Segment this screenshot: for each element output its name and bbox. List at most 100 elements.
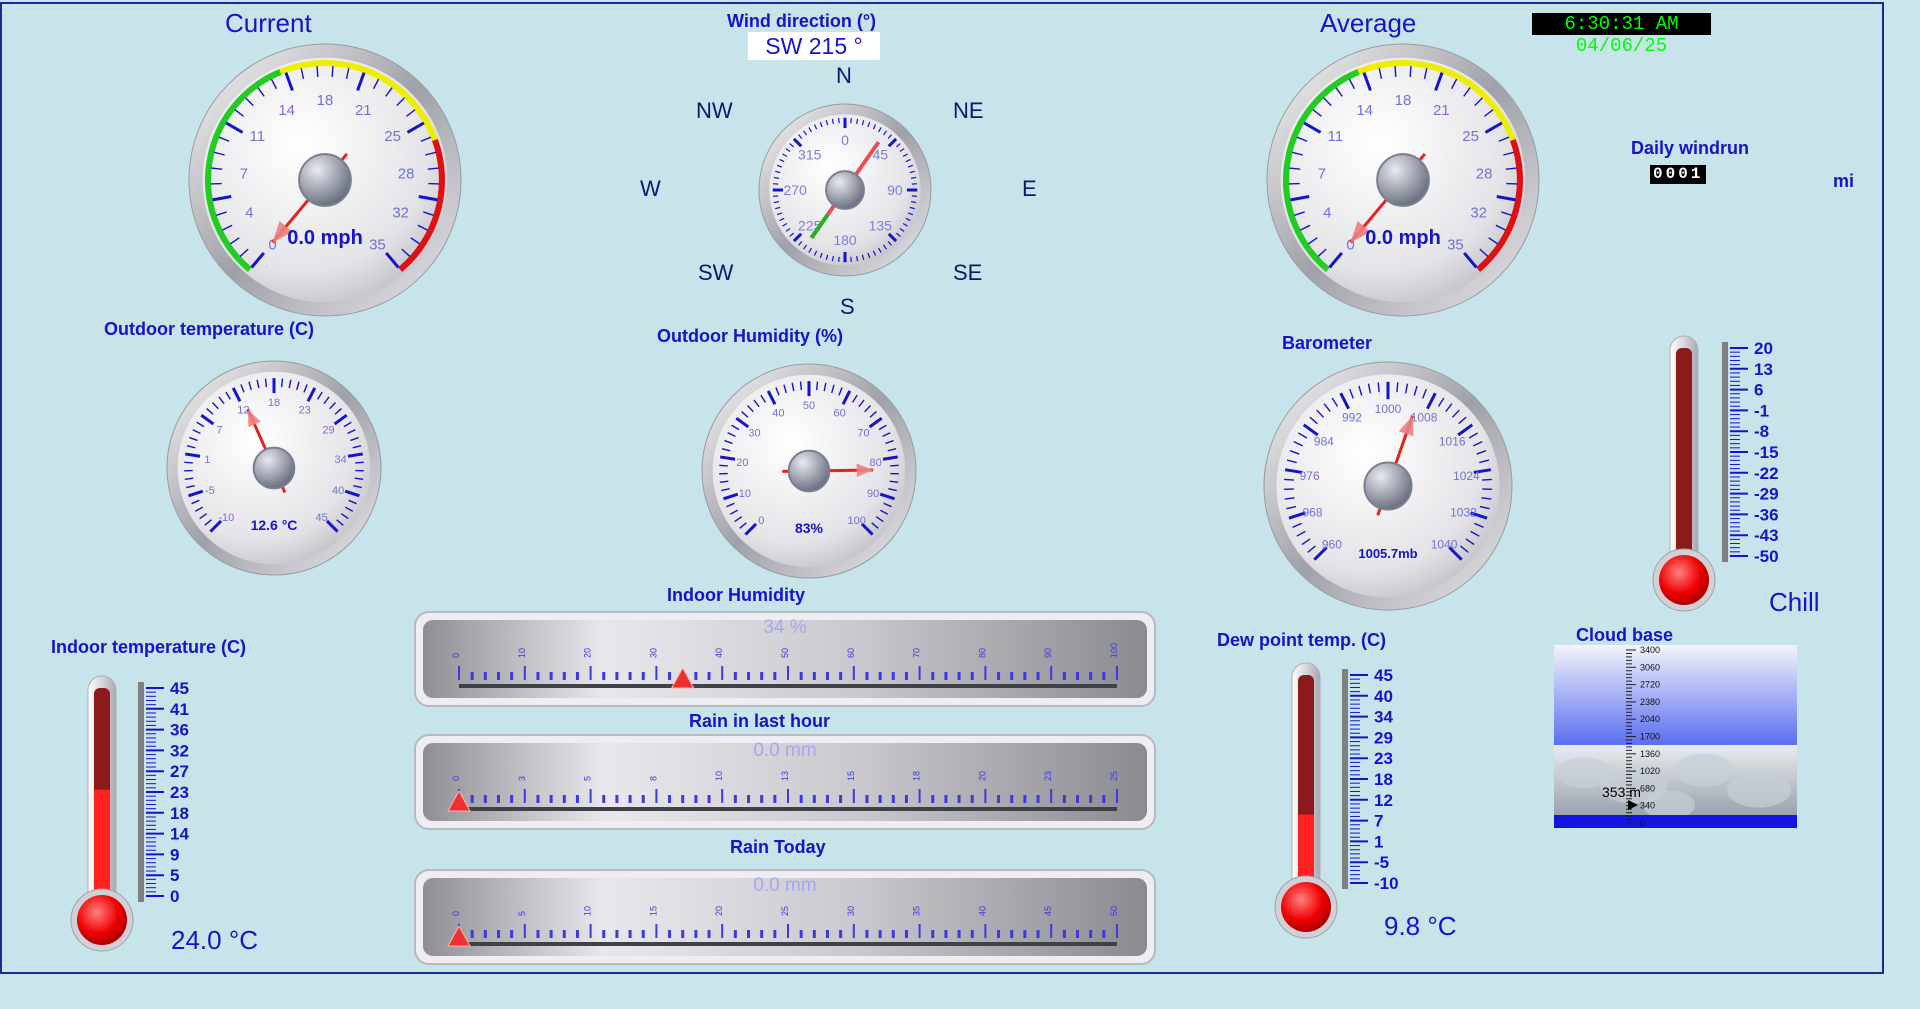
bar-tick-label: 5 xyxy=(517,911,527,916)
wind-chill-thermometer: 20 13 6-1 -8 -15 -22 -29-36 -43 -50 xyxy=(1652,335,1779,612)
gauge-tick-label: 90 xyxy=(867,488,879,500)
bar-tick-label: 90 xyxy=(1043,648,1053,658)
thermometer-tick-label: 27 xyxy=(170,762,189,781)
gauge-tick-label: 11 xyxy=(250,128,266,145)
compass-label-se: SE xyxy=(953,260,983,285)
current-wind-gauge: 04711141821252832350.0 mph xyxy=(188,43,462,317)
gauge-tick-label: 28 xyxy=(1476,165,1493,182)
bar-tick-label: 15 xyxy=(846,771,856,781)
bar-tick-label: 0 xyxy=(451,911,461,916)
compass-label-n: N xyxy=(836,63,852,88)
compass-label-sw: SW xyxy=(698,260,734,285)
gauge-readout: 83% xyxy=(795,520,824,536)
bar-tick-label: 50 xyxy=(1109,906,1119,916)
thermometer-tick-label: -10 xyxy=(1374,874,1399,893)
gauge-tick-label: 23 xyxy=(298,404,310,416)
gauge-tick-label: 1040 xyxy=(1431,537,1458,551)
bar-readout: 0.0 mm xyxy=(753,740,816,761)
gauge-tick-label: -10 xyxy=(218,512,234,524)
thermometer-tick-label: -43 xyxy=(1754,526,1779,545)
bar-tick-label: 20 xyxy=(583,648,593,658)
thermometer-tick-label: -36 xyxy=(1754,505,1779,524)
cloud-base-tick-label: 680 xyxy=(1640,783,1655,793)
gauge-tick-label: 32 xyxy=(1470,204,1487,221)
cloud-base-tick-label: 2720 xyxy=(1640,680,1660,690)
thermometer-scale-bar xyxy=(1342,669,1348,889)
cloud-base-tick-label: 0 xyxy=(1640,818,1645,828)
thermometer-tick-label: 45 xyxy=(170,679,189,698)
gauge-tick-label: 32 xyxy=(392,204,409,221)
thermometer-tick-label: -29 xyxy=(1754,485,1779,504)
thermometer-tick-label: -50 xyxy=(1754,547,1779,566)
thermometer-tick-label: 13 xyxy=(1754,360,1773,379)
bar-tick-label: 30 xyxy=(648,648,658,658)
wind-chill-label: Chill xyxy=(1769,587,1820,617)
compass-tick-label: 315 xyxy=(798,147,822,163)
wind-direction-compass: 04590135180225270315 xyxy=(758,103,932,277)
thermometer-tick-label: 9 xyxy=(170,845,179,864)
compass-hub xyxy=(825,170,865,210)
compass-tick-label: 90 xyxy=(887,182,903,198)
cloud-base-tick-label: 1700 xyxy=(1640,732,1660,742)
outdoor-humidity-gauge: 0 10 20 30 40 50 60 70 80 90 100 83% xyxy=(701,363,917,579)
bar-tick-label: 23 xyxy=(1043,771,1053,781)
thermometer-tick-label: 12 xyxy=(1374,791,1393,810)
gauge-tick xyxy=(184,461,193,464)
cloud-base-tick-label: 1360 xyxy=(1640,749,1660,759)
bar-tick-label: 25 xyxy=(780,906,790,916)
rain-last-hour-bar: 0.0 mm 0 3 5 8 10 13 15 18 20 23 25 xyxy=(414,734,1156,830)
gauge-tick-label: 21 xyxy=(1433,102,1450,119)
gauge-tick-label: 25 xyxy=(384,128,401,145)
wind-direction-readout: SW 215 ° xyxy=(748,32,880,60)
compass-label-s: S xyxy=(840,294,855,319)
gauge-hub xyxy=(1376,153,1430,207)
bar-readout: 34 % xyxy=(763,617,806,638)
daily-windrun-counter: 0001 xyxy=(1650,165,1707,184)
indoor-temperature-readout: 24.0 °C xyxy=(171,925,259,955)
cloud-base-tick-label: 3400 xyxy=(1640,645,1660,655)
bar-tick-label: 0 xyxy=(451,653,461,658)
gauge-tick-label: 976 xyxy=(1300,469,1320,483)
gauge-tick xyxy=(331,65,334,77)
compass-label-nw: NW xyxy=(696,98,733,123)
gauge-tick xyxy=(316,65,319,77)
gauge-readout: 0.0 mph xyxy=(1365,227,1441,249)
gauge-tick-label: 50 xyxy=(803,400,815,412)
bar-tick-label: 50 xyxy=(780,648,790,658)
gauge-tick-label: 0 xyxy=(758,515,764,527)
average-wind-title: Average xyxy=(1320,8,1417,38)
gauge-tick-label: 20 xyxy=(736,457,748,469)
bar-readout: 0.0 mm xyxy=(753,875,816,896)
gauge-tick-label: 18 xyxy=(268,397,280,409)
compass-label-w: W xyxy=(640,176,661,201)
wind-direction-title: Wind direction (°) xyxy=(727,11,877,31)
thermometer-tick-label: 40 xyxy=(1374,687,1393,706)
bar-tick-label: 13 xyxy=(780,771,790,781)
gauge-tick xyxy=(1394,65,1397,77)
bar-tick-label: 18 xyxy=(912,771,922,781)
gauge-tick-label: 80 xyxy=(869,457,881,469)
bar-tick-label: 60 xyxy=(846,648,856,658)
cloud-base-sky xyxy=(1554,645,1797,745)
gauge-tick-label: 100 xyxy=(847,515,865,527)
thermometer-tick-label: 18 xyxy=(1374,770,1393,789)
gauge-hub xyxy=(1363,461,1413,511)
gauge-tick-label: 11 xyxy=(1328,128,1344,145)
dew-point-title: Dew point temp. (C) xyxy=(1217,630,1386,650)
gauge-tick xyxy=(815,381,819,391)
gauge-tick-label: 1016 xyxy=(1439,435,1466,449)
thermometer-tick-label: 34 xyxy=(1374,708,1393,727)
rain-today-bar: 0.0 mm 0 5 10 15 20 25 30 35 40 45 50 xyxy=(414,869,1156,965)
bar-tick-label: 0 xyxy=(451,776,461,781)
indoor-humidity-title: Indoor Humidity xyxy=(667,585,805,605)
bar-tick-label: 30 xyxy=(846,906,856,916)
gauge-tick-label: 992 xyxy=(1342,410,1362,424)
bar-tick-label: 10 xyxy=(517,648,527,658)
cloud-base-tick-label: 3060 xyxy=(1640,662,1660,672)
gauge-tick-label: 7 xyxy=(216,425,222,437)
rain-last-hour-title: Rain in last hour xyxy=(689,711,831,731)
cloud-base-title: Cloud base xyxy=(1576,625,1674,645)
bar-tick-label: 70 xyxy=(912,648,922,658)
compass-label-ne: NE xyxy=(953,98,984,123)
bar-tick-label: 80 xyxy=(977,648,987,658)
